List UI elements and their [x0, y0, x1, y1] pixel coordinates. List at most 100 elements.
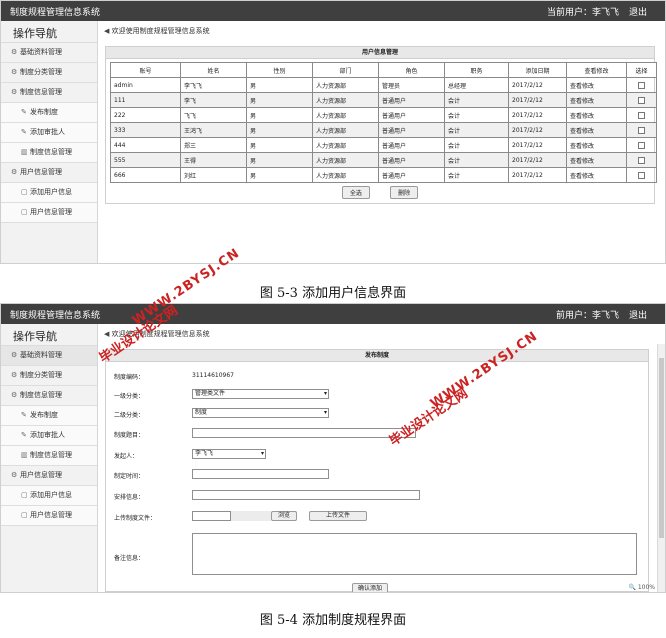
view-edit-link[interactable]: 查看修改: [566, 122, 627, 138]
view-edit-link[interactable]: 查看修改: [566, 137, 627, 153]
remark-textarea[interactable]: [192, 533, 637, 575]
table-cell: 王得: [180, 152, 247, 168]
sidebar-item-label: 基础资料管理: [20, 48, 62, 56]
select-cell: [626, 107, 657, 123]
table-cell: 郑三: [180, 137, 247, 153]
sidebar-item[interactable]: ▢ 添加用户信息: [1, 183, 97, 203]
time-input[interactable]: [192, 469, 329, 479]
table-actions: 全选 删除: [106, 183, 654, 203]
view-edit-link[interactable]: 查看修改: [566, 92, 627, 108]
sidebar-item[interactable]: ⚙ 制度分类管理: [1, 366, 97, 386]
confirm-add-button[interactable]: 确认添加: [352, 583, 389, 592]
table-cell: 222: [110, 107, 181, 123]
initiator-select[interactable]: 李飞飞 ▾: [192, 449, 266, 459]
sidebar-item[interactable]: ⚙ 基础资料管理: [1, 346, 97, 366]
table-cell: 男: [246, 137, 313, 153]
table-cell: 李飞飞: [180, 77, 247, 93]
table-cell: 人力资源部: [312, 107, 379, 123]
sidebar-item-label: 制度信息管理: [20, 88, 62, 96]
table-cell: 2017/2/12: [508, 167, 567, 183]
sidebar-item[interactable]: ▥ 制度信息管理: [1, 446, 97, 466]
table-cell: 飞飞: [180, 107, 247, 123]
category2-select[interactable]: 制度 ▾: [192, 408, 329, 418]
table-cell: 2017/2/12: [508, 137, 567, 153]
sidebar-item[interactable]: ⚙ 制度信息管理: [1, 83, 97, 103]
sidebar-title: 操作导航: [1, 21, 97, 43]
gear-icon: ⚙: [11, 168, 18, 176]
figure-caption: 图 5-3 添加用户信息界面: [259, 286, 407, 301]
sidebar-item-label: 添加审批人: [30, 431, 65, 439]
speaker-icon: ◀: [104, 27, 110, 35]
table-cell: 会计: [444, 92, 509, 108]
table-row: 444 郑三男人力资源部 普通用户 会计 2017/2/12 查看修改: [110, 137, 657, 153]
upload-button[interactable]: 上传文件: [309, 511, 368, 521]
document-icon: ▢: [21, 208, 28, 216]
upload-path-area: [231, 511, 271, 521]
row-checkbox[interactable]: [638, 81, 645, 89]
sidebar-item[interactable]: ✎ 添加审批人: [1, 426, 97, 446]
logout-link[interactable]: 退出: [629, 308, 647, 321]
sidebar-item[interactable]: ▥ 制度信息管理: [1, 143, 97, 163]
sidebar-item[interactable]: ⚙ 基础资料管理: [1, 43, 97, 63]
table-cell: 普通用户: [378, 137, 445, 153]
arrange-input[interactable]: [192, 490, 420, 500]
view-edit-link[interactable]: 查看修改: [566, 167, 627, 183]
vertical-scrollbar[interactable]: [657, 344, 665, 592]
table-cell: 人力资源部: [312, 137, 379, 153]
table-cell: 管理员: [378, 77, 445, 93]
panel-title: 用户信息管理: [106, 47, 654, 59]
select-cell: [626, 77, 657, 93]
title-input[interactable]: [192, 428, 416, 438]
row-checkbox[interactable]: [638, 171, 645, 179]
trash-icon: ▥: [21, 148, 28, 156]
user-table-panel: 用户信息管理 账号 姓名 性别 部门 角色 职务 添加日期 查看修改 选择 admin 李飞飞男人…: [105, 46, 657, 204]
sidebar-item-label: 添加用户信息: [30, 188, 72, 196]
table-row: 222 飞飞男人力资源部 普通用户 会计 2017/2/12 查看修改: [110, 107, 657, 123]
view-edit-link[interactable]: 查看修改: [566, 107, 627, 123]
select-cell: [626, 137, 657, 153]
table-cell: 人力资源部: [312, 77, 379, 93]
view-edit-link[interactable]: 查看修改: [566, 152, 627, 168]
row-checkbox[interactable]: [638, 111, 645, 119]
current-user-label: 当前用户：李飞飞: [546, 8, 619, 18]
sidebar-item[interactable]: ▢ 用户信息管理: [1, 506, 97, 526]
sidebar-item[interactable]: ⚙ 制度信息管理: [1, 386, 97, 406]
sidebar-item[interactable]: ✎ 发布制度: [1, 103, 97, 123]
upload-path-input[interactable]: [192, 511, 231, 521]
category1-select[interactable]: 管理类文件 ▾: [192, 389, 329, 399]
table-cell: 人力资源部: [312, 122, 379, 138]
row-checkbox[interactable]: [638, 156, 645, 164]
sidebar-item[interactable]: ✎ 添加审批人: [1, 123, 97, 143]
sidebar-item[interactable]: ▢ 用户信息管理: [1, 203, 97, 223]
delete-button[interactable]: 删除: [390, 186, 419, 199]
table-row: admin 李飞飞男人力资源部 管理员 总经理 2017/2/12 查看修改: [110, 77, 657, 93]
sidebar-item[interactable]: ⚙ 制度分类管理: [1, 63, 97, 83]
table-cell: admin: [110, 77, 181, 93]
column-header: 添加日期: [508, 62, 567, 78]
title-label: 制度题目：: [114, 432, 145, 439]
table-row: 666 刘红男人力资源部 普通用户 会计 2017/2/12 查看修改: [110, 167, 657, 183]
table-cell: 男: [246, 122, 313, 138]
select-all-button[interactable]: 全选: [341, 186, 370, 199]
speaker-icon: ◀: [104, 330, 110, 338]
sidebar-item-label: 用户信息管理: [20, 471, 62, 479]
sidebar-item[interactable]: ▢ 添加用户信息: [1, 486, 97, 506]
sidebar-item[interactable]: ⚙ 用户信息管理: [1, 163, 97, 183]
main-content: ◀ 欢迎使用制度规程管理信息系统 发布制度 制度编码： 31114610967 …: [98, 324, 665, 592]
row-checkbox[interactable]: [638, 96, 645, 104]
form-title: 发布制度: [106, 350, 648, 362]
table-cell: 王鸿飞: [180, 122, 247, 138]
logout-link[interactable]: 退出: [629, 5, 647, 18]
row-checkbox[interactable]: [638, 126, 645, 134]
sidebar-item[interactable]: ✎ 发布制度: [1, 406, 97, 426]
scrollbar-thumb[interactable]: [659, 358, 664, 538]
current-user-label: 前用户：李飞飞: [555, 311, 619, 321]
view-edit-link[interactable]: 查看修改: [566, 77, 627, 93]
sidebar-item[interactable]: ⚙ 用户信息管理: [1, 466, 97, 486]
row-checkbox[interactable]: [638, 141, 645, 149]
main-content: ◀ 欢迎使用制度规程管理信息系统 用户信息管理 账号 姓名 性别 部门 角色 职务 添加日期…: [98, 21, 665, 263]
gear-icon: ⚙: [11, 351, 18, 359]
wrench-icon: ✎: [21, 128, 27, 136]
browse-button[interactable]: 浏览: [271, 511, 298, 521]
sidebar-item-label: 添加用户信息: [30, 491, 72, 499]
